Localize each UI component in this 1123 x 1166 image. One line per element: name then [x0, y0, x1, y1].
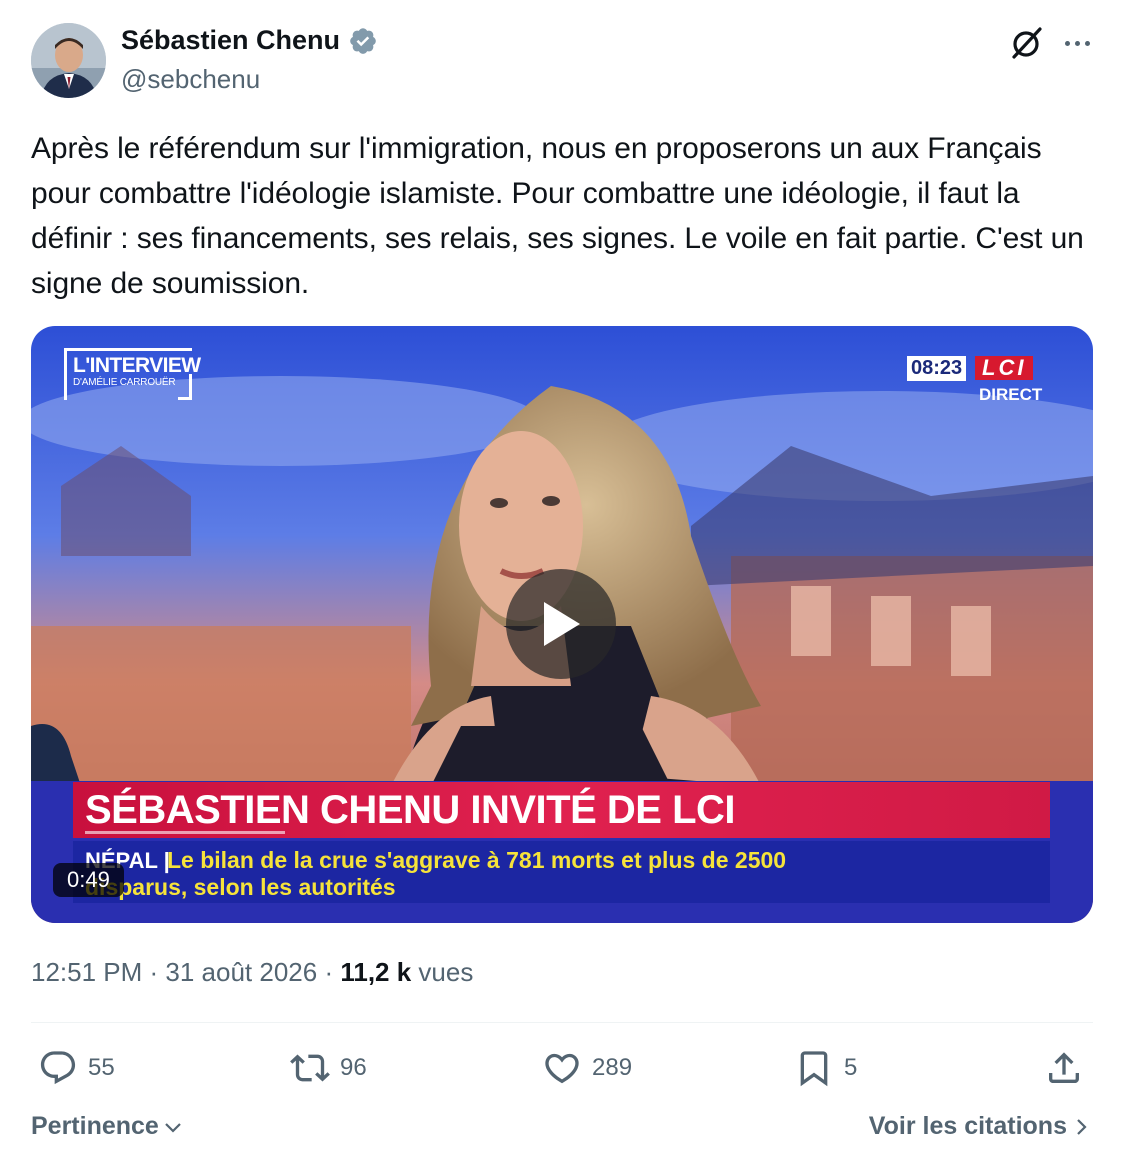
- headline-underline: [85, 831, 285, 834]
- channel-logo: LCI: [975, 356, 1034, 380]
- tweet-time[interactable]: 12:51 PM: [31, 957, 142, 987]
- verified-badge-icon: [350, 27, 376, 54]
- tweet-meta: 12:51 PM · 31 août 2026 · 11,2 k vues: [31, 957, 473, 988]
- tweet-date[interactable]: 31 août 2026: [165, 957, 317, 987]
- ticker-line-2: disparus, selon les autorités: [85, 874, 396, 900]
- bookmark-count: 5: [844, 1054, 858, 1081]
- views-count: 11,2 k: [340, 957, 412, 987]
- video-duration: 0:49: [53, 863, 124, 897]
- meta-separator: ·: [317, 957, 341, 987]
- like-button[interactable]: 289: [542, 1046, 632, 1090]
- repost-icon: [290, 1054, 330, 1082]
- bookmark-icon: [800, 1051, 828, 1087]
- play-icon: [544, 602, 580, 646]
- headline-text: SÉBASTIEN CHENU INVITÉ DE LCI: [85, 788, 736, 832]
- bookmark-button[interactable]: 5: [794, 1046, 857, 1090]
- heart-icon: [545, 1053, 579, 1084]
- show-logo-corner: [178, 374, 192, 400]
- author-handle[interactable]: @sebchenu: [121, 64, 260, 95]
- broadcast-clock: 08:23: [907, 356, 967, 381]
- live-label: DIRECT: [979, 385, 1043, 404]
- headline-banner: SÉBASTIEN CHENU INVITÉ DE LCI: [73, 782, 1050, 838]
- reply-icon: [40, 1051, 76, 1085]
- author-name-row[interactable]: Sébastien Chenu: [121, 25, 378, 56]
- show-logo: L'INTERVIEW D'AMÉLIE CARROUËR: [64, 348, 201, 400]
- avatar[interactable]: [31, 23, 106, 98]
- reply-count: 55: [88, 1054, 115, 1081]
- share-button[interactable]: [1044, 1046, 1084, 1090]
- chevron-down-icon: [165, 1122, 181, 1133]
- tweet-text: Après le référendum sur l'immigration, n…: [31, 132, 1084, 300]
- divider: [31, 1022, 1093, 1023]
- repost-count: 96: [340, 1054, 367, 1081]
- news-ticker: NÉPAL | Le bilan de la crue s'aggrave à …: [73, 841, 1050, 903]
- grok-icon[interactable]: [1007, 24, 1045, 62]
- more-options-icon[interactable]: [1058, 24, 1096, 62]
- views-label: vues: [411, 957, 474, 987]
- meta-separator: ·: [142, 957, 166, 987]
- share-icon: [1049, 1052, 1079, 1083]
- video-player[interactable]: L'INTERVIEW D'AMÉLIE CARROUËR 08:23 LCI …: [31, 326, 1093, 923]
- play-button[interactable]: [506, 569, 616, 679]
- view-quotes-link[interactable]: Voir les citations: [869, 1112, 1089, 1141]
- sort-dropdown[interactable]: Pertinence: [31, 1112, 183, 1141]
- ticker-line-1: Le bilan de la crue s'aggrave à 781 mort…: [167, 847, 787, 873]
- reply-button[interactable]: 55: [38, 1046, 115, 1090]
- chevron-right-icon: [1077, 1118, 1087, 1135]
- quotes-label: Voir les citations: [868, 1112, 1067, 1140]
- sort-label: Pertinence: [31, 1112, 159, 1140]
- repost-button[interactable]: 96: [290, 1046, 367, 1090]
- author-name[interactable]: Sébastien Chenu: [121, 25, 340, 56]
- like-count: 289: [592, 1054, 633, 1081]
